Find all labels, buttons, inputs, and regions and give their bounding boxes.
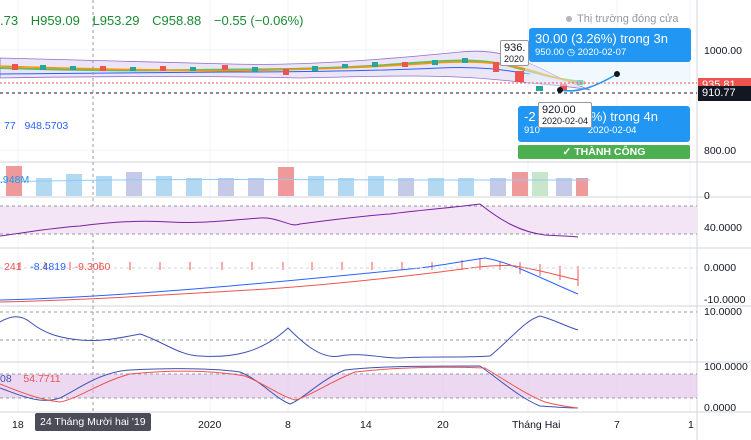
point-label-bottom-value: 920.00	[542, 104, 576, 116]
point-label-top-value: 936.	[504, 42, 526, 54]
projection-point[interactable]	[614, 71, 620, 77]
ma-value-1: 77	[4, 120, 16, 132]
time-label-1: 1	[688, 419, 694, 431]
entry-point[interactable]	[557, 87, 563, 93]
time-label-7: 7	[614, 419, 620, 431]
short-position-title: -2	[524, 109, 536, 124]
macd-value-2: -8.4819	[30, 261, 66, 273]
time-label-thang-hai: Tháng Hai	[512, 419, 561, 431]
volume-pane-value: .948M	[0, 174, 30, 186]
cci-line	[0, 315, 579, 359]
stoch-value-2: 54.7711	[23, 373, 61, 385]
volume-bars	[0, 166, 590, 196]
close-value: C958.88	[152, 13, 202, 28]
crosshair-date-label: 24 Tháng Mười hai '19	[35, 413, 151, 431]
long-target-zone	[525, 58, 690, 86]
macd-label-neg10: -10.0000	[704, 294, 746, 306]
point-label-bottom: 920.00 2020-02-04	[538, 102, 593, 128]
time-label-20: 20	[437, 419, 449, 431]
time-label-14: 14	[360, 419, 372, 431]
market-status-text: Thị trường đóng cửa	[577, 13, 679, 25]
cci-label-10: 10.0000	[704, 306, 742, 318]
price-label-800: 800.00	[704, 145, 737, 157]
market-status: Thị trường đóng cửa	[566, 13, 678, 25]
volume-label-0: 0	[704, 190, 710, 202]
ma-pane-values: 77 948.5703	[4, 120, 68, 132]
volume-value: 948M	[2, 174, 30, 186]
macd-value-1: 241	[4, 261, 22, 273]
rsi-label-40: 40.0000	[704, 222, 742, 234]
rsi-band	[0, 206, 697, 234]
crosshair-price-tag: 910.77	[698, 86, 751, 101]
time-label-18: 18	[12, 419, 24, 431]
ma-value-2: 948.5703	[24, 120, 69, 132]
status-dot-icon	[566, 16, 572, 23]
low-value: L953.29	[92, 13, 140, 28]
macd-value-3: -9.3060	[74, 261, 111, 273]
time-label-2020: 2020	[198, 419, 222, 431]
long-position-detail: 950.00	[535, 47, 565, 58]
short-position-date: 2020-02-04	[587, 125, 637, 136]
chart-canvas[interactable]	[0, 0, 751, 440]
high-value: H959.09	[30, 13, 80, 28]
stoch-value-1: 08	[0, 373, 12, 385]
macd-pane-values: 241 -8.4819 -9.3060	[4, 261, 110, 273]
open-value: .73	[0, 13, 19, 28]
macd-label-0: 0.0000	[704, 262, 737, 274]
point-label-top-date: 2020	[504, 54, 525, 64]
price-label-1000: 1000.00	[704, 45, 742, 57]
point-label-bottom-date: 2020-02-04	[542, 116, 589, 126]
result-badge: ✓ THÀNH CÔNG	[518, 145, 690, 159]
stoch-label-0: 0.0000	[704, 402, 737, 414]
stoch-pane-values: 08 54.7711	[0, 373, 61, 385]
ohlc-readout: .73 H959.09 L953.29 C958.88 −0.55 (−0.06…	[0, 13, 313, 28]
stoch-label-100: 100.0000	[704, 361, 748, 373]
long-position-tooltip[interactable]: 30.00 (3.26%) trong 3n 950.00 ◷ 2020-02-…	[529, 28, 691, 62]
change-value: −0.55 (−0.06%)	[213, 13, 304, 28]
short-position-title-tail: 4%) trong 4n	[583, 109, 658, 124]
point-label-top: 936. 2020	[500, 40, 530, 66]
time-label-8: 8	[285, 419, 291, 431]
long-position-title: 30.00 (3.26%) trong 3n	[535, 31, 668, 46]
long-position-date: 2020-02-07	[577, 47, 627, 58]
clock-icon: ◷	[566, 47, 575, 58]
stoch-band	[0, 374, 697, 398]
